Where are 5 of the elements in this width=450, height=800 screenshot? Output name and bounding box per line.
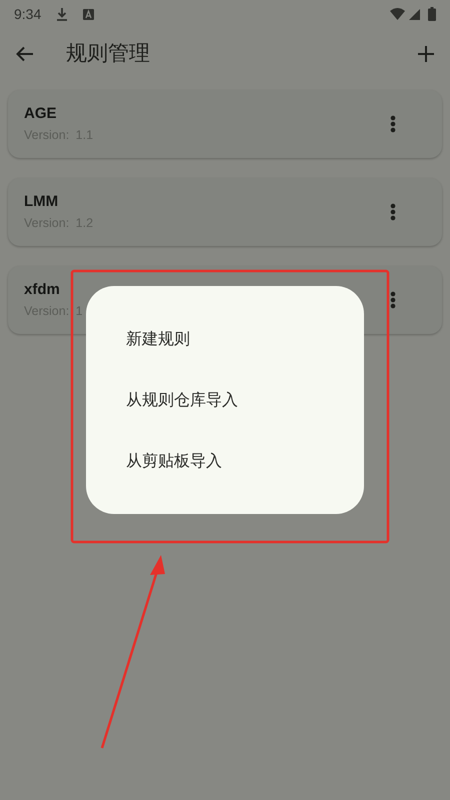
status-time: 9:34: [14, 4, 42, 24]
rule-name: AGE: [24, 104, 58, 124]
rule-name: xfdm: [24, 280, 61, 300]
rule-name: LMM: [24, 192, 60, 212]
page-title: 规则管理: [66, 40, 150, 68]
